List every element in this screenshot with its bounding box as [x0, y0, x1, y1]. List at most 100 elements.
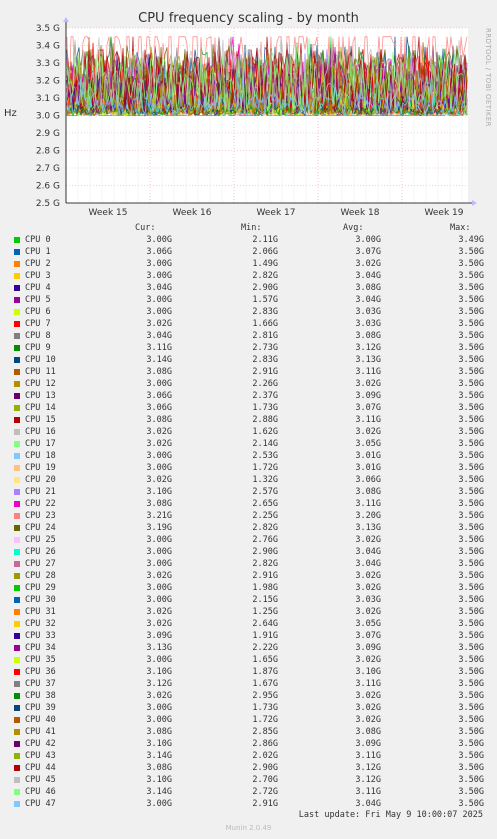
legend-series-name: CPU 11	[25, 367, 56, 377]
legend-value-cur: 3.00G	[146, 295, 172, 305]
legend-value-cur: 3.00G	[146, 259, 172, 269]
legend-swatch	[14, 633, 20, 639]
legend-row: CPU 39 3.00G 1.73G 3.02G 3.50G	[0, 703, 497, 715]
legend-row: CPU 29 3.00G 1.98G 3.02G 3.50G	[0, 583, 497, 595]
legend-value-cur: 3.06G	[146, 247, 172, 257]
legend-value-avg: 3.11G	[355, 787, 381, 797]
y-tick-label: 2.5 G	[36, 199, 60, 209]
legend-series-name: CPU 44	[25, 763, 56, 773]
legend-value-cur: 3.02G	[146, 475, 172, 485]
legend-swatch	[14, 729, 20, 735]
legend-value-max: 3.50G	[458, 535, 484, 545]
legend-value-avg: 3.11G	[355, 499, 381, 509]
legend-value-avg: 3.13G	[355, 523, 381, 533]
legend-value-avg: 3.09G	[355, 739, 381, 749]
legend-value-min: 2.90G	[252, 547, 278, 557]
legend-value-avg: 3.09G	[355, 391, 381, 401]
legend-value-min: 1.49G	[252, 259, 278, 269]
legend-value-cur: 3.00G	[146, 547, 172, 557]
legend-value-max: 3.50G	[458, 271, 484, 281]
y-tick-label: 3.5 G	[36, 24, 60, 34]
legend-value-min: 2.06G	[252, 247, 278, 257]
legend-value-max: 3.50G	[458, 427, 484, 437]
legend-value-cur: 3.00G	[146, 583, 172, 593]
legend-value-max: 3.50G	[458, 583, 484, 593]
legend-value-max: 3.50G	[458, 475, 484, 485]
legend-value-max: 3.50G	[458, 463, 484, 473]
legend-value-cur: 3.02G	[146, 691, 172, 701]
legend-value-min: 1.98G	[252, 583, 278, 593]
legend-swatch	[14, 357, 20, 363]
legend-value-cur: 3.13G	[146, 643, 172, 653]
legend-value-avg: 3.02G	[355, 379, 381, 389]
col-header-max: Max:	[450, 223, 471, 233]
munin-version: Munin 2.0.49	[225, 824, 272, 832]
legend-row: CPU 18 3.00G 2.53G 3.01G 3.50G	[0, 451, 497, 463]
legend-swatch	[14, 501, 20, 507]
legend-swatch	[14, 417, 20, 423]
legend-row: CPU 37 3.12G 1.67G 3.11G 3.50G	[0, 679, 497, 691]
legend-swatch	[14, 573, 20, 579]
legend-value-avg: 3.02G	[355, 535, 381, 545]
legend-swatch	[14, 705, 20, 711]
legend-row: CPU 3 3.00G 2.82G 3.04G 3.50G	[0, 271, 497, 283]
legend-series-name: CPU 27	[25, 559, 56, 569]
legend-value-cur: 3.00G	[146, 379, 172, 389]
legend-series-name: CPU 9	[25, 343, 51, 353]
legend-value-max: 3.50G	[458, 523, 484, 533]
legend-value-cur: 3.00G	[146, 535, 172, 545]
legend-value-max: 3.50G	[458, 247, 484, 257]
legend-row: CPU 33 3.09G 1.91G 3.07G 3.50G	[0, 631, 497, 643]
legend-row: CPU 1 3.06G 2.06G 3.07G 3.50G	[0, 247, 497, 259]
legend-value-avg: 3.12G	[355, 775, 381, 785]
legend-value-max: 3.50G	[458, 547, 484, 557]
legend-row: CPU 25 3.00G 2.76G 3.02G 3.50G	[0, 535, 497, 547]
legend-value-cur: 3.02G	[146, 427, 172, 437]
legend-row: CPU 21 3.10G 2.57G 3.08G 3.50G	[0, 487, 497, 499]
legend-value-avg: 3.00G	[355, 235, 381, 245]
legend-value-max: 3.50G	[458, 703, 484, 713]
legend-swatch	[14, 273, 20, 279]
legend-swatch	[14, 765, 20, 771]
y-tick-label: 2.9 G	[36, 129, 60, 139]
legend-series-name: CPU 42	[25, 739, 56, 749]
legend-value-min: 2.86G	[252, 739, 278, 749]
legend-value-avg: 3.07G	[355, 631, 381, 641]
legend-value-min: 2.02G	[252, 751, 278, 761]
legend-value-min: 2.82G	[252, 523, 278, 533]
legend-row: CPU 41 3.08G 2.85G 3.08G 3.50G	[0, 727, 497, 739]
legend-row: CPU 46 3.14G 2.72G 3.11G 3.50G	[0, 787, 497, 799]
legend-swatch	[14, 405, 20, 411]
legend-value-avg: 3.04G	[355, 271, 381, 281]
legend-swatch	[14, 741, 20, 747]
legend-value-min: 1.72G	[252, 715, 278, 725]
legend-swatch	[14, 585, 20, 591]
legend-swatch	[14, 609, 20, 615]
legend-value-avg: 3.05G	[355, 619, 381, 629]
legend-value-cur: 3.00G	[146, 715, 172, 725]
legend-value-avg: 3.02G	[355, 655, 381, 665]
legend-value-min: 1.65G	[252, 655, 278, 665]
legend-series-name: CPU 10	[25, 355, 56, 365]
legend-swatch	[14, 477, 20, 483]
legend-swatch	[14, 693, 20, 699]
legend-value-min: 2.72G	[252, 787, 278, 797]
legend-value-cur: 3.02G	[146, 571, 172, 581]
x-tick-label: Week 15	[89, 208, 128, 218]
legend-value-min: 2.76G	[252, 535, 278, 545]
legend-value-min: 2.82G	[252, 271, 278, 281]
legend-value-max: 3.50G	[458, 787, 484, 797]
legend-swatch	[14, 645, 20, 651]
legend-value-min: 2.91G	[252, 571, 278, 581]
legend-value-cur: 3.00G	[146, 595, 172, 605]
legend-value-max: 3.50G	[458, 331, 484, 341]
legend-value-max: 3.50G	[458, 319, 484, 329]
legend-value-max: 3.50G	[458, 283, 484, 293]
legend-value-max: 3.50G	[458, 559, 484, 569]
legend-value-max: 3.50G	[458, 799, 484, 809]
legend-value-avg: 3.04G	[355, 295, 381, 305]
legend-series-name: CPU 32	[25, 619, 56, 629]
last-update: Last update: Fri May 9 10:00:07 2025	[298, 810, 483, 820]
legend-series-name: CPU 5	[25, 295, 51, 305]
x-tick-label: Week 16	[173, 208, 212, 218]
